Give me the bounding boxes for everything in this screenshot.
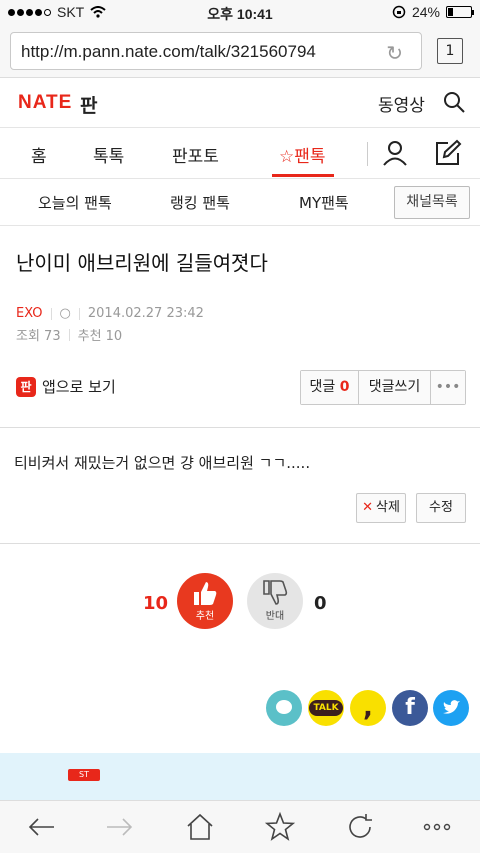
close-icon: ✕ — [362, 500, 373, 515]
person-icon[interactable] — [382, 140, 408, 166]
chat-bubble-icon — [276, 700, 292, 714]
post-stats: 조회 73 추천 10 — [16, 325, 122, 344]
downvote-count: 0 — [314, 593, 327, 614]
post-category[interactable]: EXO — [16, 306, 43, 321]
post-date: 2014.02.27 23:42 — [87, 306, 204, 321]
downvote-button[interactable]: 반대 — [247, 573, 303, 629]
subnav-ranking[interactable]: 랭킹 팬톡 — [170, 192, 230, 213]
tab-pantalk[interactable]: ☆팬톡 — [279, 142, 326, 167]
site-header: NATE 판 동영상 — [0, 78, 480, 128]
browser-url-bar: http://m.pann.nate.com/talk/321560794 ↻ … — [0, 26, 480, 78]
nav-divider — [367, 142, 368, 166]
upvote-button[interactable]: 추천 — [177, 573, 233, 629]
tab-panpoto[interactable]: 판포토 — [172, 142, 219, 167]
battery-fill — [448, 8, 454, 16]
status-bar: SKT 오후 10:41 24% — [0, 0, 480, 26]
subnav-today[interactable]: 오늘의 팬톡 — [38, 192, 112, 213]
banner-logo: ST — [68, 769, 100, 781]
battery-icon — [446, 6, 474, 18]
upvote-label: 추천 — [195, 611, 215, 622]
bookmark-star-icon[interactable] — [264, 811, 296, 843]
upvote-count: 10 — [143, 593, 169, 614]
url-field[interactable]: http://m.pann.nate.com/talk/321560794 ↻ — [10, 32, 422, 70]
back-icon[interactable] — [26, 811, 58, 843]
pann-app-icon: 판 — [16, 376, 36, 397]
kakaotalk-share-button[interactable]: TALK — [308, 690, 344, 726]
write-comment-button[interactable]: 댓글쓰기 — [359, 371, 431, 404]
post-meta: EXO ○ 2014.02.27 23:42 — [16, 306, 204, 321]
sub-nav: 오늘의 팬톡 랭킹 팬톡 MY팬톡 채널목록 — [0, 179, 480, 226]
tab-home[interactable]: 홈 — [31, 142, 47, 167]
reload-icon[interactable]: ↻ — [386, 41, 403, 66]
main-nav: 홈 톡톡 판포토 ☆팬톡 — [0, 128, 480, 179]
meta-divider — [50, 307, 52, 320]
thumbs-down-icon — [263, 580, 288, 605]
section-title[interactable]: 판 — [80, 91, 97, 118]
meta-divider — [68, 328, 70, 341]
active-tab-indicator — [272, 174, 334, 177]
kakaostory-share-button[interactable]: , — [350, 690, 386, 726]
post-recommends: 추천 10 — [77, 329, 123, 344]
comments-count: 0 — [339, 379, 350, 395]
tab-toktok[interactable]: 톡톡 — [93, 142, 124, 167]
thumbs-up-icon — [194, 582, 217, 605]
kakaotalk-icon: TALK — [309, 700, 343, 716]
more-options-icon[interactable] — [421, 811, 453, 843]
post-action-group: 댓글 0 댓글쓰기 ••• — [300, 370, 466, 405]
delete-button[interactable]: ✕ 삭제 — [356, 493, 406, 523]
star-icon: ☆ — [279, 147, 295, 167]
delete-label: 삭제 — [375, 500, 400, 515]
comments-button[interactable]: 댓글 0 — [301, 371, 359, 404]
section-divider — [0, 427, 480, 428]
edit-icon[interactable] — [434, 139, 462, 167]
channel-list-button[interactable]: 채널목록 — [394, 186, 470, 219]
page: SKT 오후 10:41 24% http://m.pann.nate.com/… — [0, 0, 480, 853]
edit-button[interactable]: 수정 — [416, 493, 466, 523]
twitter-share-button[interactable] — [433, 690, 469, 726]
post-body: 티비켜서 재밌는거 없으면 걍 애브리원 ㄱㄱ..... — [14, 454, 311, 472]
facebook-share-button[interactable]: f — [392, 690, 428, 726]
post-title: 난이미 애브리원에 길들여졋다 — [16, 251, 268, 275]
nate-logo[interactable]: NATE — [18, 92, 72, 114]
video-link[interactable]: 동영상 — [378, 91, 425, 116]
open-in-app-link[interactable]: 판 앱으로 보기 — [16, 376, 116, 397]
kakaostory-icon: , — [363, 693, 373, 723]
tab-pantalk-label: 팬톡 — [294, 147, 326, 167]
forward-icon[interactable] — [103, 811, 135, 843]
downvote-label: 반대 — [265, 611, 285, 622]
home-icon[interactable] — [184, 811, 216, 843]
subnav-my[interactable]: MY팬톡 — [299, 192, 349, 213]
share-bubble-button[interactable] — [266, 690, 302, 726]
post-views: 조회 73 — [16, 329, 61, 344]
refresh-icon[interactable] — [344, 811, 376, 843]
browser-toolbar — [0, 800, 480, 853]
rotation-lock-icon — [392, 5, 406, 19]
ad-banner[interactable]: ST — [0, 753, 480, 800]
battery-percent: 24% — [411, 4, 440, 20]
post-circle: ○ — [59, 306, 71, 321]
status-right: 24% — [392, 4, 474, 20]
section-divider — [0, 543, 480, 544]
search-icon[interactable] — [442, 90, 466, 114]
more-button[interactable]: ••• — [431, 371, 465, 404]
open-in-app-label: 앱으로 보기 — [42, 378, 116, 396]
twitter-icon — [443, 700, 460, 714]
tabs-button[interactable]: 1 — [437, 38, 463, 64]
comments-label: 댓글 — [309, 379, 336, 395]
meta-divider — [78, 307, 80, 320]
url-text: http://m.pann.nate.com/talk/321560794 — [21, 42, 316, 61]
facebook-icon: f — [405, 695, 415, 720]
